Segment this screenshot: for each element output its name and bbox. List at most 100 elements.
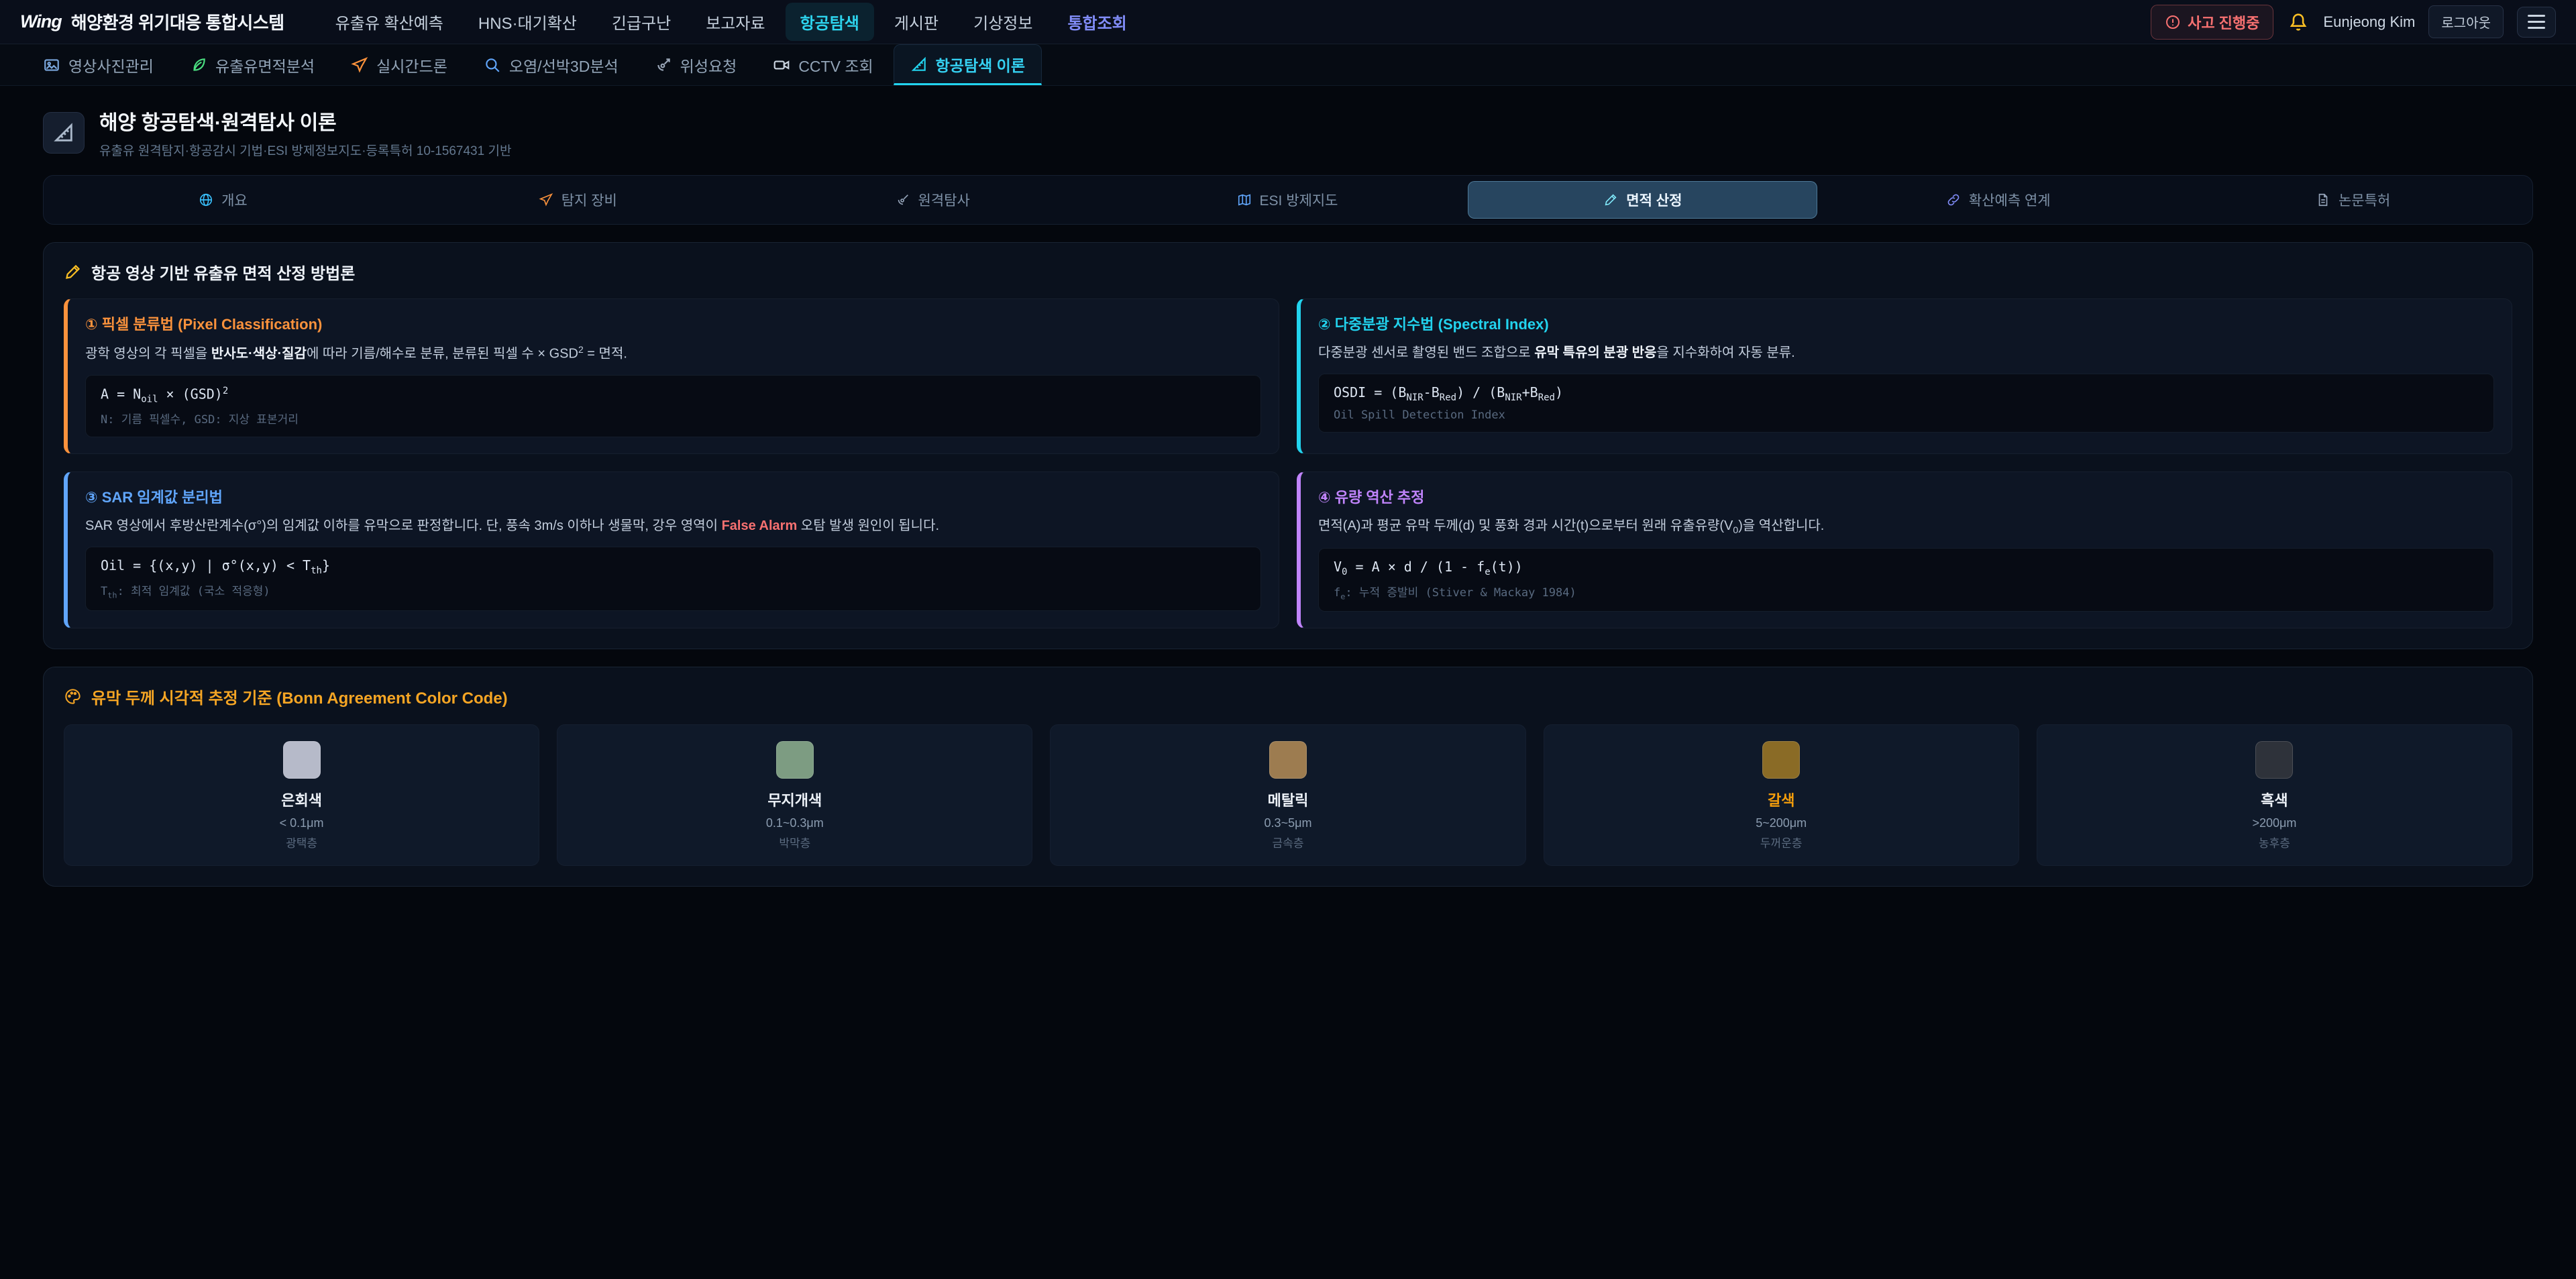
color-swatch xyxy=(776,741,814,779)
formula-note: N: 기름 픽셀수, GSD: 지상 표본거리 xyxy=(101,410,1246,427)
method-card-description: SAR 영상에서 후방산란계수(σ°)의 임계값 이하를 유막으로 판정합니다.… xyxy=(85,516,1261,537)
method-card-formula-block: V0 = A × d / (1 - fe(t)) fe: 누적 증발비 (Sti… xyxy=(1318,548,2494,612)
subnav-label: 실시간드론 xyxy=(376,54,447,76)
leaf-icon xyxy=(190,56,207,74)
method-card-description: 광학 영상의 각 픽셀을 반사도·색상·질감에 따라 기름/해수로 분류, 분류… xyxy=(85,343,1261,365)
thickness-name: 갈색 xyxy=(1551,789,2012,810)
globe-icon xyxy=(199,192,213,207)
nav-item-spill-prediction[interactable]: 유출유 확산예측 xyxy=(321,3,458,41)
alert-icon xyxy=(2165,14,2181,30)
notification-bell-icon[interactable] xyxy=(2287,11,2310,34)
method-card-formula-block: A = Noil × (GSD)2 N: 기름 픽셀수, GSD: 지상 표본거… xyxy=(85,375,1261,438)
subnav-label: 항공탐색 이론 xyxy=(936,53,1025,76)
thickness-range: < 0.1μm xyxy=(71,816,532,830)
nav-item-board[interactable]: 게시판 xyxy=(879,3,953,41)
thickness-cards-row: 은회색 < 0.1μm 광택층 무지개색 0.1~0.3μm 박막층 메탈릭 0… xyxy=(64,724,2512,866)
triangle-ruler-icon xyxy=(910,56,928,73)
user-name: Eunjeong Kim xyxy=(2323,13,2415,31)
wing-logo-icon: Wing xyxy=(20,11,62,32)
tab-remote-sensing[interactable]: 원격탐사 xyxy=(759,181,1107,219)
nav-item-weather[interactable]: 기상정보 xyxy=(959,3,1047,41)
satellite-icon xyxy=(896,192,910,207)
tab-label: 확산예측 연계 xyxy=(1969,190,2051,210)
thickness-card-rainbow: 무지개색 0.1~0.3μm 박막층 xyxy=(557,724,1032,866)
subnav-item-realtime-drone[interactable]: 실시간드론 xyxy=(335,44,464,85)
incident-status-badge[interactable]: 사고 진행중 xyxy=(2151,5,2273,40)
system-title: 해양환경 위기대응 통합시스템 xyxy=(71,9,284,34)
hamburger-icon xyxy=(2528,15,2545,29)
thickness-estimation-section: 유막 두께 시각적 추정 기준 (Bonn Agreement Color Co… xyxy=(43,667,2533,887)
nav-item-reports[interactable]: 보고자료 xyxy=(691,3,780,41)
navbar-right: 사고 진행중 Eunjeong Kim 로그아웃 xyxy=(2151,5,2556,40)
color-swatch xyxy=(283,741,321,779)
subnav-item-oil-area-analysis[interactable]: 유출유면적분석 xyxy=(174,44,331,85)
app-root: Wing 해양환경 위기대응 통합시스템 유출유 확산예측 HNS·대기확산 긴… xyxy=(0,0,2576,887)
tab-label: 원격탐사 xyxy=(918,190,970,210)
subnav-item-satellite-request[interactable]: 위성요청 xyxy=(639,44,753,85)
camera-icon xyxy=(773,56,790,74)
main-nav: 유출유 확산예측 HNS·대기확산 긴급구난 보고자료 항공탐색 게시판 기상정… xyxy=(321,3,2131,41)
tab-detection-equipment[interactable]: 탐지 장비 xyxy=(404,181,752,219)
page-subtitle: 유출유 원격탐지·항공감시 기법·ESI 방제정보지도·등록특허 10-1567… xyxy=(99,141,511,159)
nav-item-emergency-rescue[interactable]: 긴급구난 xyxy=(597,3,686,41)
theory-page-icon xyxy=(43,112,85,154)
tab-diffusion-link[interactable]: 확산예측 연계 xyxy=(1824,181,2172,219)
subnav-item-pollution-3d-analysis[interactable]: 오염/선박3D분석 xyxy=(468,44,635,85)
tab-label: 논문특허 xyxy=(2339,190,2390,210)
area-methods-section: 항공 영상 기반 유출유 면적 산정 방법론 ① 픽셀 분류법 (Pixel C… xyxy=(43,242,2533,649)
thickness-card-silver-gray: 은회색 < 0.1μm 광택층 xyxy=(64,724,539,866)
thickness-card-brown: 갈색 5~200μm 두꺼운층 xyxy=(1544,724,2019,866)
tab-overview[interactable]: 개요 xyxy=(49,181,397,219)
logout-button[interactable]: 로그아웃 xyxy=(2428,5,2504,38)
method-card-title: ① 픽셀 분류법 (Pixel Classification) xyxy=(85,313,1261,334)
area-methods-title: 항공 영상 기반 유출유 면적 산정 방법론 xyxy=(64,260,2512,284)
thickness-name: 은회색 xyxy=(71,789,532,810)
formula: A = Noil × (GSD)2 xyxy=(101,386,1246,405)
tab-label: 면적 산정 xyxy=(1626,190,1682,210)
thickness-range: 0.3~5μm xyxy=(1057,816,1518,830)
page-header-text: 해양 항공탐색·원격탐사 이론 유출유 원격탐지·항공감시 기법·ESI 방제정… xyxy=(99,106,511,159)
thickness-layer: 금속층 xyxy=(1057,834,1518,850)
incident-status-label: 사고 진행중 xyxy=(2188,11,2259,33)
subnav-label: 유출유면적분석 xyxy=(215,54,315,76)
method-cards-grid: ① 픽셀 분류법 (Pixel Classification) 광학 영상의 각… xyxy=(64,298,2512,628)
formula: OSDI = (BNIR-BRed) / (BNIR+BRed) xyxy=(1334,384,2479,403)
method-card-description: 다중분광 센서로 촬영된 밴드 조합으로 유막 특유의 분광 반응을 지수화하여… xyxy=(1318,343,2494,364)
nav-item-hns-diffusion[interactable]: HNS·대기확산 xyxy=(464,3,592,41)
satellite-icon xyxy=(655,56,672,74)
page-title: 해양 항공탐색·원격탐사 이론 xyxy=(99,106,511,135)
thickness-card-black: 흑색 >200μm 농후층 xyxy=(2037,724,2512,866)
subnav-label: 영상사진관리 xyxy=(68,54,154,76)
method-card-spectral-index: ② 다중분광 지수법 (Spectral Index) 다중분광 센서로 촬영된… xyxy=(1297,298,2512,454)
tab-label: 개요 xyxy=(221,190,248,210)
thickness-range: >200μm xyxy=(2044,816,2505,830)
subnav-item-cctv[interactable]: CCTV 조회 xyxy=(757,44,889,85)
thickness-name: 메탈릭 xyxy=(1057,789,1518,810)
area-methods-title-text: 항공 영상 기반 유출유 면적 산정 방법론 xyxy=(91,260,355,284)
subnav-item-aerial-theory[interactable]: 항공탐색 이론 xyxy=(894,44,1042,85)
link-icon xyxy=(1946,192,1961,207)
nav-item-aerial-search[interactable]: 항공탐색 xyxy=(786,3,874,41)
nav-item-integrated-search[interactable]: 통합조회 xyxy=(1053,3,1141,41)
subnav-item-image-management[interactable]: 영상사진관리 xyxy=(27,44,170,85)
subnav-label: 위성요청 xyxy=(680,54,737,76)
sub-navbar: 영상사진관리 유출유면적분석 실시간드론 오염/선박3D분석 위성요청 xyxy=(0,44,2576,86)
plane-icon xyxy=(539,192,553,207)
tab-label: 탐지 장비 xyxy=(561,190,617,210)
map-icon xyxy=(1237,192,1252,207)
color-swatch xyxy=(1269,741,1307,779)
method-card-pixel-classification: ① 픽셀 분류법 (Pixel Classification) 광학 영상의 각… xyxy=(64,298,1279,454)
top-navbar: Wing 해양환경 위기대응 통합시스템 유출유 확산예측 HNS·대기확산 긴… xyxy=(0,0,2576,44)
tab-esi-map[interactable]: ESI 방제지도 xyxy=(1114,181,1462,219)
method-card-title: ② 다중분광 지수법 (Spectral Index) xyxy=(1318,313,2494,334)
subnav-label: CCTV 조회 xyxy=(798,54,873,76)
formula: V0 = A × d / (1 - fe(t)) xyxy=(1334,559,2479,577)
tab-papers-patents[interactable]: 논문특허 xyxy=(2179,181,2527,219)
hamburger-menu-button[interactable] xyxy=(2517,7,2556,38)
tab-area-calculation[interactable]: 면적 산정 xyxy=(1468,181,1817,219)
color-swatch xyxy=(2255,741,2293,779)
subnav-label: 오염/선박3D분석 xyxy=(509,54,619,76)
method-card-volume-inversion: ④ 유량 역산 추정 면적(A)과 평균 유막 두께(d) 및 풍화 경과 시간… xyxy=(1297,471,2512,628)
brand: Wing 해양환경 위기대응 통합시스템 xyxy=(20,9,284,34)
image-icon xyxy=(43,56,60,74)
